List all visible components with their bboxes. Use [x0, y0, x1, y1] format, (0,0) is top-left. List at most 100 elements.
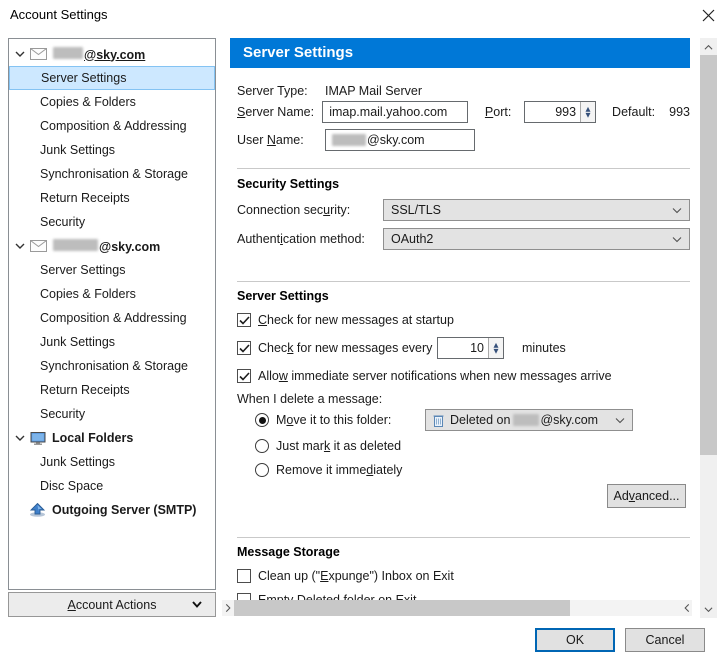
chevron-down-icon [192, 601, 202, 608]
connection-security-select[interactable]: SSL/TLS [383, 199, 690, 221]
ok-button-label: OK [566, 633, 584, 647]
check-expunge-checkbox[interactable] [237, 569, 251, 583]
chevron-down-icon[interactable] [15, 243, 25, 249]
ok-button[interactable]: OK [535, 628, 615, 652]
panel-title: Server Settings [230, 38, 690, 68]
sidebar-item-sync-storage-2[interactable]: Synchronisation & Storage [9, 354, 215, 378]
sidebar-item-label: Return Receipts [40, 383, 130, 397]
check-every-checkbox[interactable] [237, 341, 251, 355]
account-label: Local Folders [52, 431, 133, 445]
monitor-icon [30, 432, 46, 445]
sidebar-item-label: Synchronisation & Storage [40, 167, 188, 181]
sidebar-item-local-folders[interactable]: Local Folders [9, 426, 215, 450]
sidebar-item-copies-folders-1[interactable]: Copies & Folders [9, 90, 215, 114]
stepper-arrows-icon[interactable]: ▲▼ [488, 338, 503, 358]
cancel-button[interactable]: Cancel [625, 628, 705, 652]
sidebar-item-disc-space[interactable]: Disc Space [9, 474, 215, 498]
server-name-label: Server Name: [237, 105, 322, 119]
chevron-down-icon [672, 208, 682, 214]
check-expunge-label: Clean up ("Expunge") Inbox on Exit [258, 569, 454, 583]
sidebar-item-sync-storage-1[interactable]: Synchronisation & Storage [9, 162, 215, 186]
sidebar-item-server-settings-2[interactable]: Server Settings [9, 258, 215, 282]
sidebar-item-security-2[interactable]: Security [9, 402, 215, 426]
sidebar-item-account-1[interactable]: @sky.com [9, 42, 215, 66]
check-icon [239, 372, 250, 381]
sidebar-item-junk-settings-2[interactable]: Junk Settings [9, 330, 215, 354]
chevron-down-icon [615, 418, 625, 424]
stepper-arrows-icon[interactable]: ▲▼ [580, 102, 595, 122]
vertical-scrollbar-thumb[interactable] [700, 55, 717, 455]
check-empty-deleted-label: Empty Deleted folder on Exit [258, 593, 416, 600]
message-storage-heading: Message Storage [237, 545, 340, 559]
minutes-value[interactable]: 10 [438, 338, 488, 358]
scroll-up-button[interactable] [700, 38, 717, 55]
sidebar-item-label: Composition & Addressing [40, 311, 187, 325]
account-actions-label: Account Actions [68, 598, 157, 612]
sidebar-item-account-2[interactable]: @sky.com [9, 234, 215, 258]
vertical-scrollbar[interactable] [700, 38, 717, 618]
sidebar-item-label: Disc Space [40, 479, 103, 493]
user-name-input[interactable]: @sky.com [325, 129, 475, 151]
sidebar-item-junk-settings-1[interactable]: Junk Settings [9, 138, 215, 162]
sidebar-item-composition-addressing-2[interactable]: Composition & Addressing [9, 306, 215, 330]
trash-icon [433, 414, 444, 427]
account-label: Outgoing Server (SMTP) [52, 503, 196, 517]
horizontal-scrollbar-thumb[interactable] [234, 600, 570, 616]
check-notify-checkbox[interactable] [237, 369, 251, 383]
chevron-down-icon[interactable] [15, 435, 25, 441]
auth-method-label: Authentication method: [237, 232, 383, 246]
sidebar-item-label: Return Receipts [40, 191, 130, 205]
sidebar-item-server-settings-1[interactable]: Server Settings [9, 66, 215, 90]
check-every-row: Check for new messages every 10 ▲▼ minut… [237, 336, 690, 360]
check-every-label: Check for new messages every [258, 341, 432, 355]
x-icon [702, 9, 715, 22]
check-empty-deleted-checkbox[interactable] [237, 593, 251, 600]
scroll-left-button[interactable] [222, 600, 234, 616]
sidebar-item-label: Composition & Addressing [40, 119, 187, 133]
check-empty-deleted-row: Empty Deleted folder on Exit [237, 590, 416, 600]
port-stepper[interactable]: 993 ▲▼ [524, 101, 596, 123]
port-value[interactable]: 993 [525, 102, 580, 122]
minutes-suffix: minutes [522, 341, 566, 355]
redacted-username [53, 239, 98, 251]
section-separator [237, 168, 690, 169]
redacted-username [53, 47, 83, 59]
radio-remove-immediately[interactable] [255, 463, 269, 477]
auth-method-select[interactable]: OAuth2 [383, 228, 690, 250]
sidebar-item-return-receipts-1[interactable]: Return Receipts [9, 186, 215, 210]
server-name-input[interactable]: imap.mail.yahoo.com [322, 101, 468, 123]
sidebar-item-junk-settings-local[interactable]: Junk Settings [9, 450, 215, 474]
account-actions-button[interactable]: Account Actions [8, 592, 216, 617]
envelope-icon [30, 240, 47, 252]
account-label: @sky.com [99, 240, 160, 254]
check-startup-checkbox[interactable] [237, 313, 251, 327]
connection-security-row: Connection security: SSL/TLS [237, 199, 690, 221]
chevron-left-icon [225, 604, 231, 613]
sidebar-item-security-1[interactable]: Security [9, 210, 215, 234]
sidebar-item-return-receipts-2[interactable]: Return Receipts [9, 378, 215, 402]
sidebar-item-copies-folders-2[interactable]: Copies & Folders [9, 282, 215, 306]
sidebar-item-label: Junk Settings [40, 335, 115, 349]
scroll-right-button[interactable] [680, 600, 692, 616]
close-button[interactable] [699, 6, 717, 24]
user-name-label: User Name: [237, 133, 325, 147]
minutes-stepper[interactable]: 10 ▲▼ [437, 337, 504, 359]
horizontal-scrollbar[interactable] [222, 600, 692, 616]
delete-folder-select[interactable]: Deleted on@sky.com [425, 409, 633, 431]
envelope-icon [30, 48, 47, 60]
check-icon [239, 344, 250, 353]
scroll-down-button[interactable] [700, 601, 717, 618]
server-settings-heading: Server Settings [237, 289, 329, 303]
radio-move-folder[interactable] [255, 413, 269, 427]
radio-mark-deleted[interactable] [255, 439, 269, 453]
when-delete-label: When I delete a message: [237, 390, 382, 408]
sidebar-item-composition-addressing-1[interactable]: Composition & Addressing [9, 114, 215, 138]
advanced-button[interactable]: Advanced... [607, 484, 686, 508]
radio-remove-row: Remove it immediately [255, 460, 402, 480]
redacted-username [332, 134, 366, 146]
sidebar-item-outgoing-server[interactable]: Outgoing Server (SMTP) [9, 498, 215, 522]
advanced-button-label: Advanced... [613, 489, 679, 503]
default-label: Default: [612, 105, 655, 119]
account-label: @sky.com [84, 48, 145, 62]
chevron-down-icon[interactable] [15, 51, 25, 57]
